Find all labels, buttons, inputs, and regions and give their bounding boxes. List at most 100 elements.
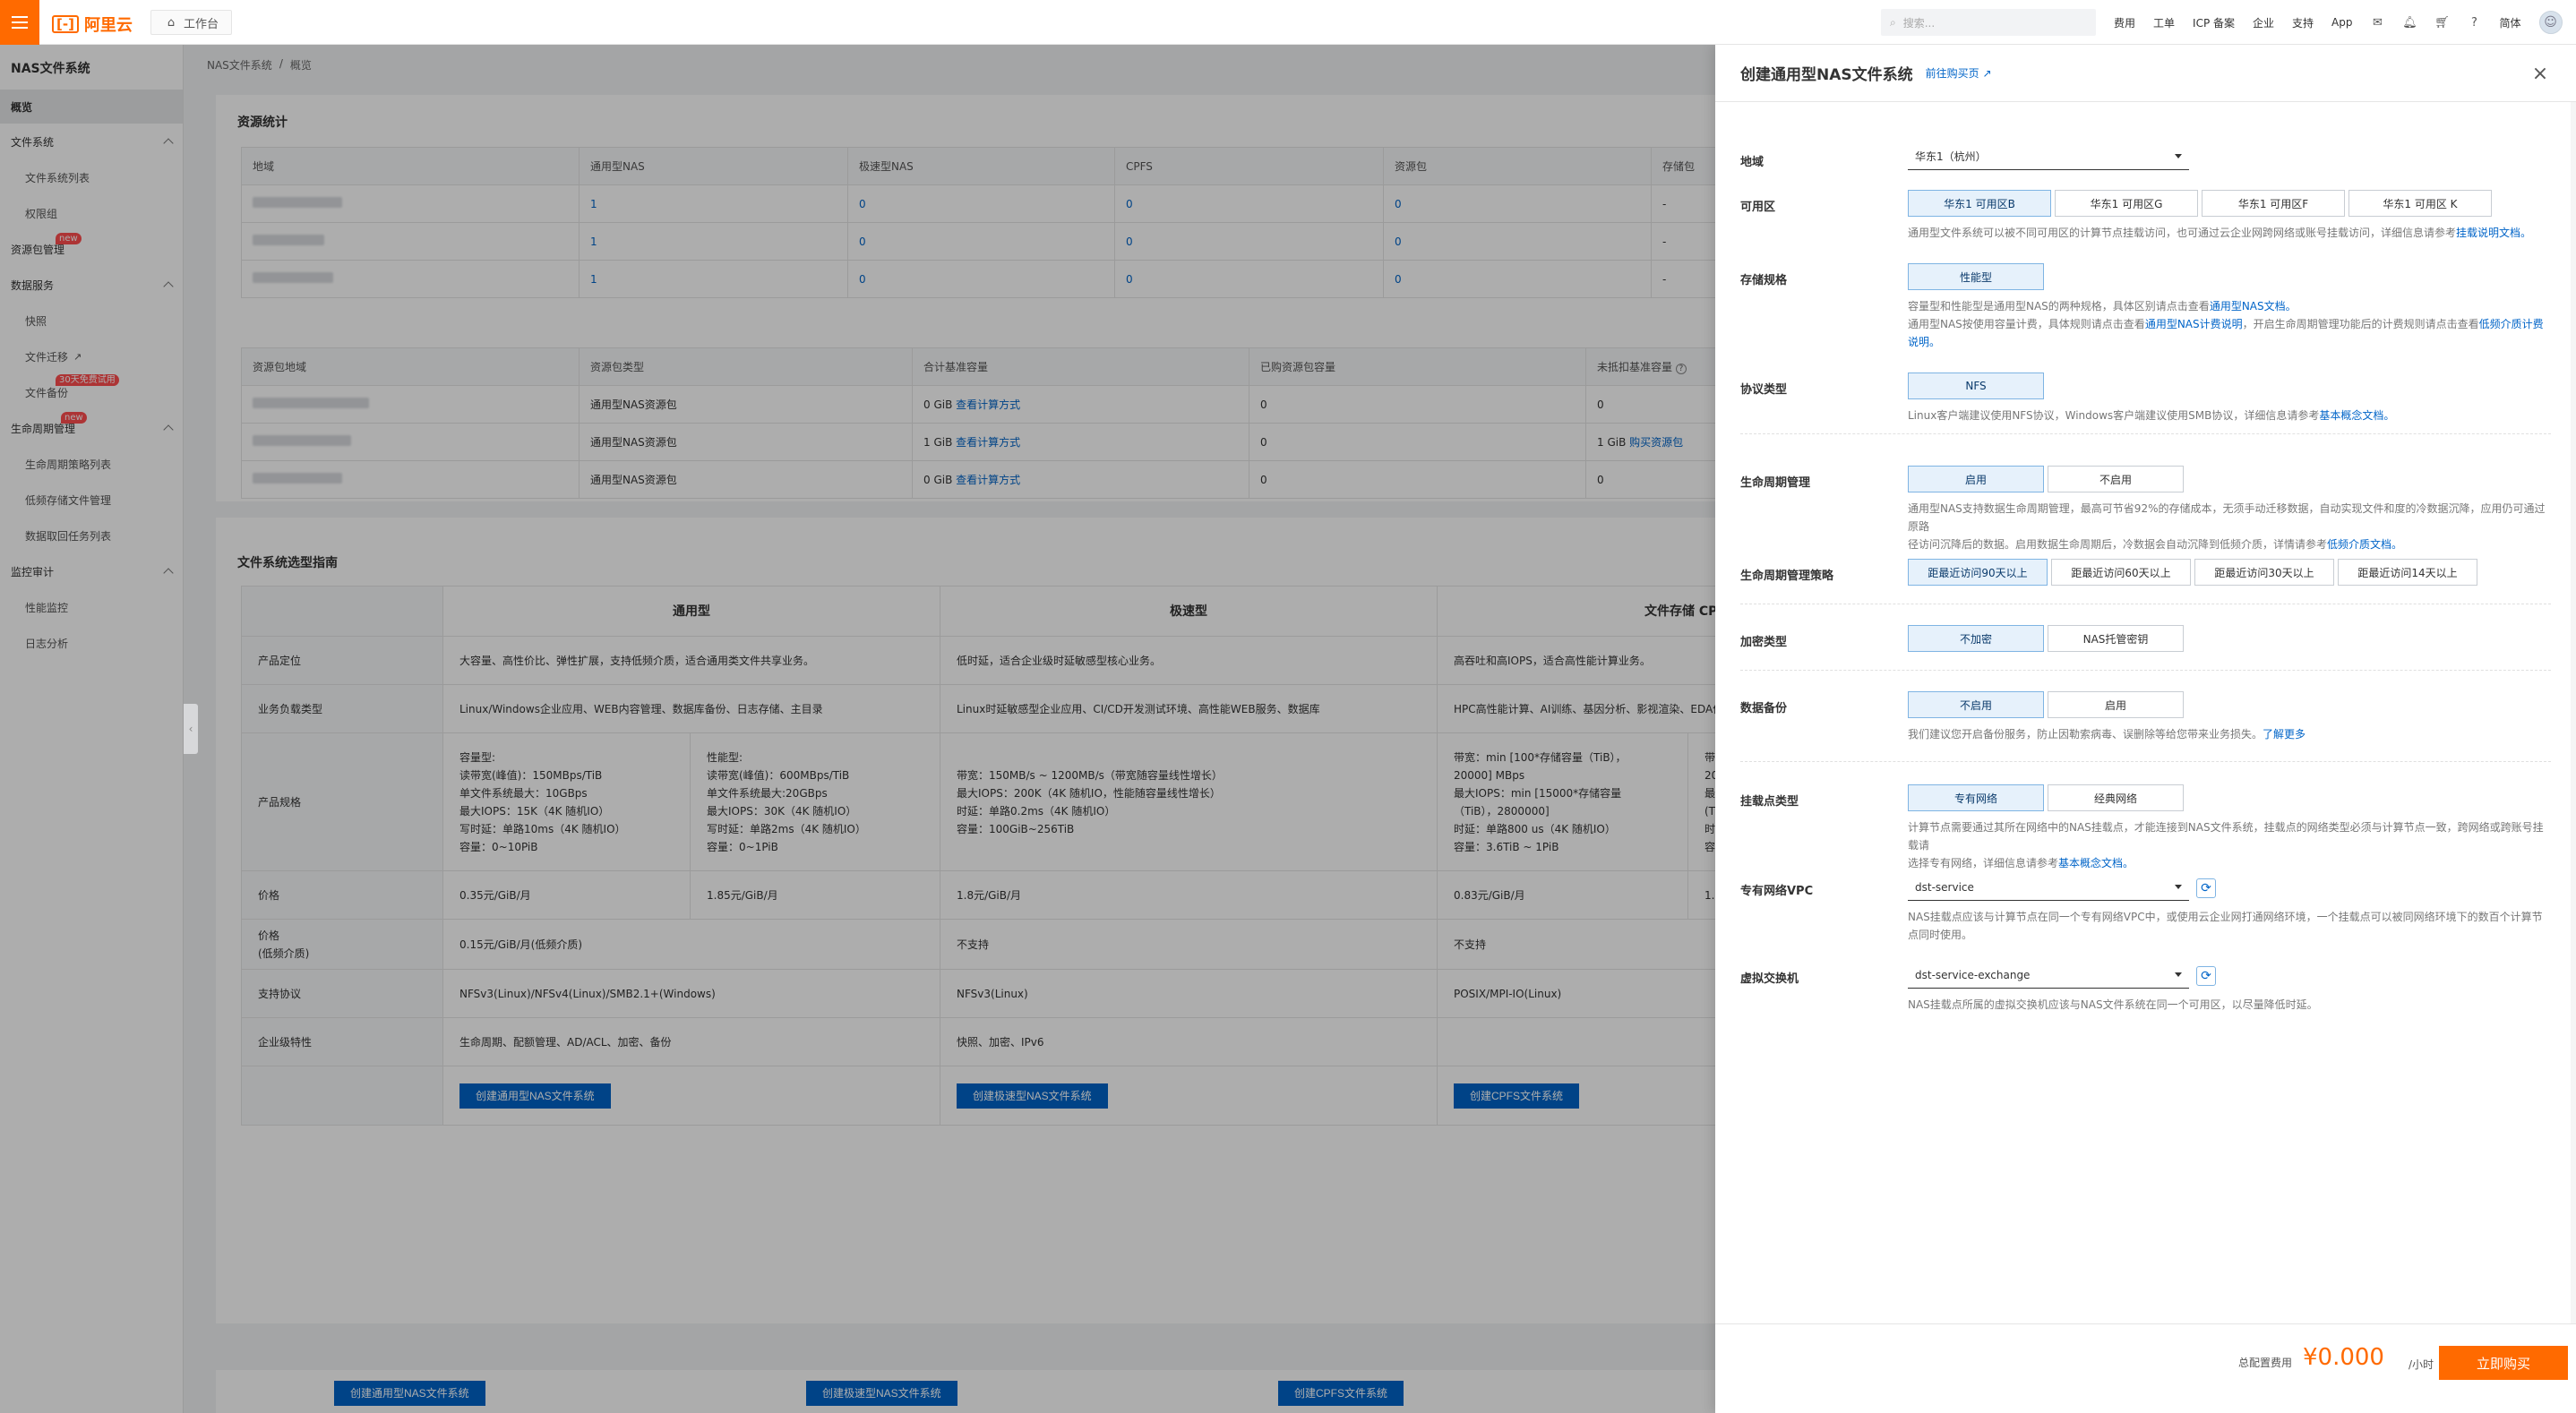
field-label: 专有网络VPC bbox=[1740, 885, 1814, 898]
zone-option-k[interactable]: 华东1 可用区 K bbox=[2348, 190, 2492, 217]
field-label: 可用区 bbox=[1740, 201, 1776, 214]
caret-down-icon bbox=[2175, 972, 2182, 977]
field-label: 地域 bbox=[1740, 156, 1765, 169]
general-nas-doc-link[interactable]: 通用型NAS文档。 bbox=[2210, 300, 2297, 313]
refresh-icon[interactable]: ⟳ bbox=[2196, 966, 2216, 986]
modal-overlay[interactable] bbox=[0, 45, 1715, 1413]
language-switch[interactable]: 简体 bbox=[2500, 15, 2521, 30]
workbench-button[interactable]: ⌂ 工作台 bbox=[150, 10, 233, 35]
field-control: 不启用 启用 我们建议您开启备份服务，防止因勒索病毒、误删除等给您带来业务损失。… bbox=[1908, 691, 2551, 743]
field-label: 加密类型 bbox=[1740, 636, 1788, 649]
section-divider bbox=[1740, 670, 2551, 671]
field-control: 距最近访问90天以上 距最近访问60天以上 距最近访问30天以上 距最近访问14… bbox=[1908, 559, 2551, 586]
lifecycle-option-enable[interactable]: 启用 bbox=[1908, 466, 2044, 492]
lifecycle-option-disable[interactable]: 不启用 bbox=[2048, 466, 2184, 492]
field-control: 华东1（杭州） bbox=[1908, 143, 2551, 170]
message-icon[interactable]: ✉ bbox=[2371, 15, 2385, 30]
protocol-option-nfs[interactable]: NFS bbox=[1908, 373, 2044, 399]
workbench-label: 工作台 bbox=[184, 17, 219, 31]
aliyun-logo[interactable]: [-] 阿里云 bbox=[52, 13, 133, 36]
encryption-option-managed-key[interactable]: NAS托管密钥 bbox=[2048, 625, 2184, 652]
caret-down-icon bbox=[2175, 154, 2182, 158]
zone-option-g[interactable]: 华东1 可用区G bbox=[2055, 190, 2198, 217]
storage-option-performance[interactable]: 性能型 bbox=[1908, 263, 2044, 290]
field-control: 专有网络 经典网络 计算节点需要通过其所在网络中的NAS挂载点，才能连接到NAS… bbox=[1908, 784, 2551, 872]
vswitch-select[interactable]: dst-service-exchange bbox=[1908, 962, 2189, 989]
mount-option-classic[interactable]: 经典网络 bbox=[2048, 784, 2184, 811]
field-control: 华东1 可用区B 华东1 可用区G 华东1 可用区F 华东1 可用区 K 通用型… bbox=[1908, 190, 2551, 242]
vpc-select[interactable]: dst-service bbox=[1908, 874, 2189, 901]
field-control: 不加密 NAS托管密钥 bbox=[1908, 625, 2551, 652]
field-label: 生命周期管理策略 bbox=[1740, 569, 1834, 583]
field-label: 挂载点类型 bbox=[1740, 795, 1799, 809]
billing-doc-link[interactable]: 通用型NAS计费说明 bbox=[2145, 318, 2243, 330]
mount-concept-doc-link[interactable]: 基本概念文档。 bbox=[2058, 857, 2134, 869]
total-price: ¥0.000 bbox=[2303, 1344, 2384, 1371]
price-unit: /小时 bbox=[2409, 1358, 2434, 1371]
select-value: dst-service bbox=[1915, 880, 1974, 894]
bell-icon[interactable]: 🔔︎ bbox=[2402, 15, 2417, 30]
backup-help: 我们建议您开启备份服务，防止因勒索病毒、误删除等给您带来业务损失。了解更多 bbox=[1908, 728, 2306, 741]
field-label: 存储规格 bbox=[1740, 274, 1788, 287]
help-icon[interactable]: ? bbox=[2468, 15, 2482, 30]
zone-help: 通用型文件系统可以被不同可用区的计算节点挂载访问，也可通过云企业网跨网络或账号挂… bbox=[1908, 227, 2532, 239]
create-nas-drawer: 创建通用型NAS文件系统 前往购买页 ↗ × 地域 华东1（杭州） 可用区 华东… bbox=[1715, 45, 2576, 1413]
field-control: NFS Linux客户端建议使用NFS协议，Windows客户端建议使用SMB协… bbox=[1908, 373, 2551, 424]
top-link-app[interactable]: App bbox=[2331, 16, 2352, 29]
mount-doc-link[interactable]: 挂载说明文档。 bbox=[2456, 227, 2531, 239]
field-control: dst-service-exchange ⟳ NAS挂载点所属的虚拟交换机应该与… bbox=[1908, 962, 2551, 1014]
drawer-scrollbar[interactable] bbox=[2571, 102, 2576, 1323]
brand-name: 阿里云 bbox=[83, 16, 133, 35]
caret-down-icon bbox=[2175, 885, 2182, 889]
field-label: 生命周期管理 bbox=[1740, 476, 1811, 490]
policy-option-30-days[interactable]: 距最近访问30天以上 bbox=[2194, 559, 2334, 586]
learn-more-link[interactable]: 了解更多 bbox=[2263, 728, 2306, 741]
drawer-body: 地域 华东1（杭州） 可用区 华东1 可用区B 华东1 可用区G 华东1 可用区… bbox=[1715, 102, 2576, 1323]
search-icon: ⌕ bbox=[1890, 15, 1896, 29]
top-link-fees[interactable]: 费用 bbox=[2114, 15, 2135, 30]
top-link-support[interactable]: 支持 bbox=[2292, 15, 2314, 30]
backup-option-disable[interactable]: 不启用 bbox=[1908, 691, 2044, 718]
cart-icon[interactable]: 🛒︎ bbox=[2434, 15, 2450, 30]
zone-option-f[interactable]: 华东1 可用区F bbox=[2202, 190, 2345, 217]
top-link-enterprise[interactable]: 企业 bbox=[2253, 15, 2274, 30]
vswitch-help: NAS挂载点所属的虚拟交换机应该与NAS文件系统在同一个可用区，以尽量降低时延。 bbox=[1908, 998, 2318, 1011]
top-link-icp[interactable]: ICP 备案 bbox=[2193, 15, 2235, 30]
avatar[interactable]: ☺ bbox=[2538, 11, 2563, 34]
menu-icon[interactable] bbox=[0, 0, 39, 45]
sidebar-collapse-handle[interactable]: ‹ bbox=[184, 704, 198, 754]
buy-now-button[interactable]: 立即购买 bbox=[2439, 1346, 2568, 1380]
zone-option-b[interactable]: 华东1 可用区B bbox=[1908, 190, 2051, 217]
policy-option-14-days[interactable]: 距最近访问14天以上 bbox=[2338, 559, 2477, 586]
protocol-help: Linux客户端建议使用NFS协议，Windows客户端建议使用SMB协议，详细… bbox=[1908, 409, 2395, 422]
field-control: 性能型 容量型和性能型是通用型NAS的两种规格，具体区别请点击查看通用型NAS文… bbox=[1908, 263, 2551, 351]
policy-option-90-days[interactable]: 距最近访问90天以上 bbox=[1908, 559, 2048, 586]
backup-option-enable[interactable]: 启用 bbox=[2048, 691, 2184, 718]
drawer-footer: 总配置费用 ¥0.000 /小时 立即购买 bbox=[1715, 1323, 2576, 1413]
mount-help: 计算节点需要通过其所在网络中的NAS挂载点，才能连接到NAS文件系统，挂载点的网… bbox=[1908, 821, 2544, 869]
buy-page-link[interactable]: 前往购买页 ↗ bbox=[1926, 65, 1992, 81]
field-label: 数据备份 bbox=[1740, 702, 1788, 715]
close-icon[interactable]: × bbox=[2529, 63, 2551, 85]
section-divider bbox=[1740, 433, 2551, 434]
top-link-tickets[interactable]: 工单 bbox=[2153, 15, 2175, 30]
low-freq-doc-link[interactable]: 低频介质文档。 bbox=[2327, 538, 2402, 551]
section-divider bbox=[1740, 761, 2551, 762]
top-links: 费用 工单 ICP 备案 企业 支持 App ✉ 🔔︎ 🛒︎ ? 简体 ☺ bbox=[2114, 0, 2563, 45]
total-price-label: 总配置费用 bbox=[2238, 1357, 2293, 1369]
external-link-icon: ↗ bbox=[1982, 67, 1992, 80]
select-value: 华东1（杭州） bbox=[1915, 150, 1987, 163]
policy-option-60-days[interactable]: 距最近访问60天以上 bbox=[2051, 559, 2191, 586]
top-search-input[interactable]: ⌕ 搜索... bbox=[1881, 9, 2096, 36]
lifecycle-help: 通用型NAS支持数据生命周期管理，最高可节省92%的存储成本，无须手动迁移数据，… bbox=[1908, 502, 2546, 551]
drawer-header: 创建通用型NAS文件系统 前往购买页 ↗ × bbox=[1715, 45, 2576, 102]
encryption-option-none[interactable]: 不加密 bbox=[1908, 625, 2044, 652]
storage-help: 容量型和性能型是通用型NAS的两种规格，具体区别请点击查看通用型NAS文档。 通… bbox=[1908, 300, 2544, 348]
mount-option-vpc[interactable]: 专有网络 bbox=[1908, 784, 2044, 811]
refresh-icon[interactable]: ⟳ bbox=[2196, 878, 2216, 898]
select-value: dst-service-exchange bbox=[1915, 968, 2031, 981]
home-icon: ⌂ bbox=[167, 15, 176, 30]
concept-doc-link[interactable]: 基本概念文档。 bbox=[2319, 409, 2394, 422]
search-placeholder: 搜索... bbox=[1902, 16, 1936, 30]
region-select[interactable]: 华东1（杭州） bbox=[1908, 143, 2189, 170]
